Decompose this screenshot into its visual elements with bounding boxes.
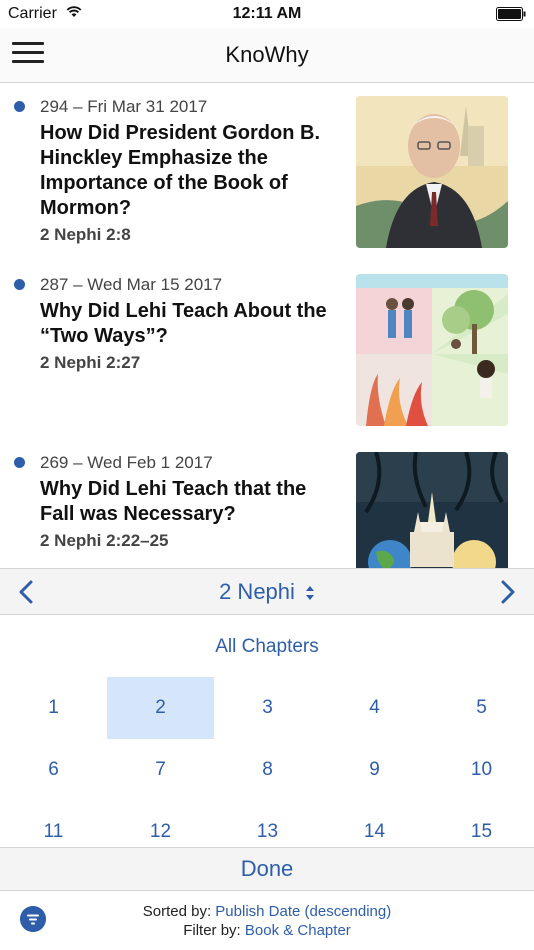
item-title: How Did President Gordon B. Hinckley Emp…: [40, 122, 321, 219]
sort-value[interactable]: Publish Date (descending): [215, 903, 391, 920]
all-chapters-button[interactable]: All Chapters: [0, 636, 534, 658]
page-title: KnoWhy: [225, 42, 309, 67]
navigation-bar: KnoWhy: [0, 28, 534, 83]
chapter-12-button[interactable]: 12: [107, 801, 214, 847]
chapter-1-button[interactable]: 1: [0, 677, 107, 739]
up-down-arrows-icon: [305, 586, 314, 601]
chapter-11-button[interactable]: 11: [0, 801, 107, 847]
item-meta: 294 – Fri Mar 31 2017: [40, 97, 208, 116]
list-item[interactable]: 287 – Wed Mar 15 2017 Why Did Lehi Teach…: [0, 261, 534, 439]
done-button[interactable]: Done: [0, 847, 534, 891]
item-thumbnail-fall: [356, 452, 508, 568]
list-item[interactable]: 294 – Fri Mar 31 2017 How Did President …: [0, 83, 534, 261]
chapter-9-button[interactable]: 9: [321, 739, 428, 801]
chapter-picker[interactable]: All Chapters 1 2 3 4 5 6 7 8 9 10 11 12 13 14 15: [0, 615, 534, 847]
list-item[interactable]: 269 – Wed Feb 1 2017 Why Did Lehi Teach …: [0, 439, 534, 568]
filter-summary[interactable]: Filter by: Book & Chapter: [0, 922, 534, 939]
battery-icon: [496, 7, 526, 21]
item-reference: 2 Nephi 2:27: [40, 353, 141, 372]
chapter-6-button[interactable]: 6: [0, 739, 107, 801]
footer: Sorted by: Publish Date (descending) Fil…: [0, 891, 534, 950]
item-reference: 2 Nephi 2:8: [40, 225, 131, 244]
chapter-8-button[interactable]: 8: [214, 739, 321, 801]
item-reference: 2 Nephi 2:22–25: [40, 531, 169, 550]
unread-dot-icon: [14, 279, 25, 290]
chapter-4-button[interactable]: 4: [321, 677, 428, 739]
item-thumbnail-portrait: [356, 96, 508, 248]
chapter-7-button[interactable]: 7: [107, 739, 214, 801]
item-title: Why Did Lehi Teach About the “Two Ways”?: [40, 300, 327, 347]
item-meta: 287 – Wed Mar 15 2017: [40, 275, 223, 294]
sort-summary[interactable]: Sorted by: Publish Date (descending): [0, 903, 534, 920]
item-title: Why Did Lehi Teach that the Fall was Nec…: [40, 478, 307, 525]
book-picker[interactable]: 2 Nephi: [0, 579, 534, 605]
chapter-5-button[interactable]: 5: [428, 677, 534, 739]
book-name: 2 Nephi: [219, 579, 295, 604]
status-time: 12:11 AM: [232, 5, 302, 22]
unread-dot-icon: [14, 101, 25, 112]
knowhy-list[interactable]: 294 – Fri Mar 31 2017 How Did President …: [0, 83, 534, 568]
chapter-13-button[interactable]: 13: [214, 801, 321, 847]
chapter-3-button[interactable]: 3: [214, 677, 321, 739]
status-bar: Carrier 12:11 AM: [0, 0, 534, 28]
chapter-2-button[interactable]: 2: [107, 677, 214, 739]
item-meta: 269 – Wed Feb 1 2017: [40, 453, 213, 472]
chapter-15-button[interactable]: 15: [428, 801, 534, 847]
unread-dot-icon: [14, 457, 25, 468]
filter-value[interactable]: Book & Chapter: [245, 922, 351, 939]
chapter-14-button[interactable]: 14: [321, 801, 428, 847]
filter-label: Filter by:: [183, 922, 245, 939]
chevron-right-icon[interactable]: [496, 580, 518, 604]
book-selector-bar: 2 Nephi: [0, 568, 534, 615]
chapter-10-button[interactable]: 10: [428, 739, 534, 801]
item-thumbnail-two-ways: [356, 274, 508, 426]
sort-label: Sorted by:: [142, 903, 216, 920]
